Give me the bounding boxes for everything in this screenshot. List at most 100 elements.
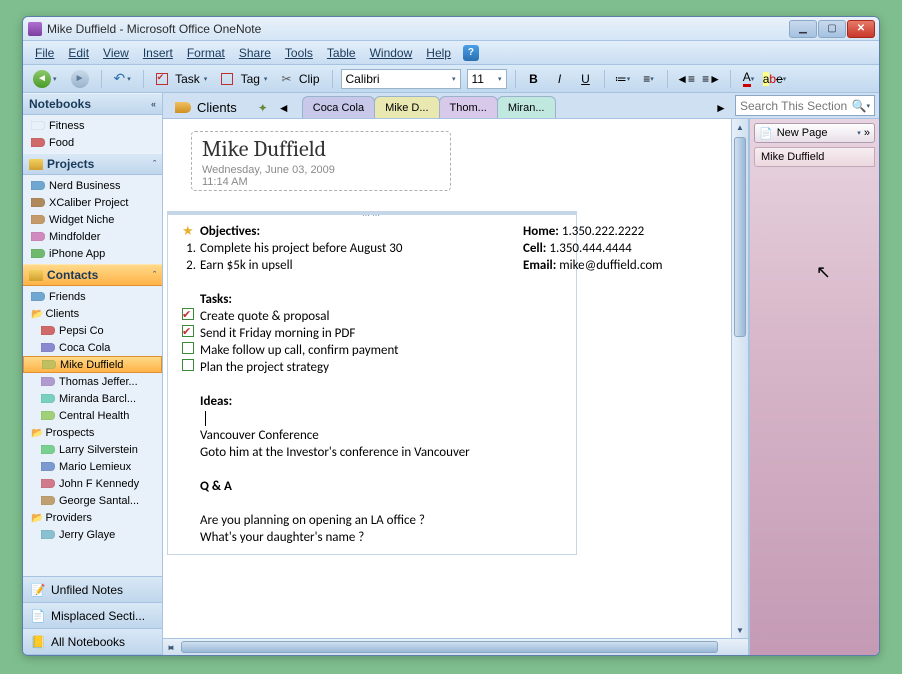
outdent-button[interactable]: ◄≡ — [676, 69, 696, 89]
menu-view[interactable]: View — [97, 44, 135, 62]
section-john-kennedy[interactable]: John F Kennedy — [23, 475, 162, 492]
misplaced-icon: 📄 — [29, 608, 47, 624]
task-button[interactable]: Task ▾ — [152, 68, 212, 90]
search-input[interactable]: Search This Section 🔍▾ — [735, 95, 875, 116]
titlebar[interactable]: Mike Duffield - Microsoft Office OneNote — [23, 17, 879, 41]
section-mindfolder[interactable]: Mindfolder — [23, 228, 162, 245]
menu-file[interactable]: File — [29, 44, 60, 62]
page-canvas[interactable]: Mike Duffield Wednesday, June 03, 2009 1… — [163, 119, 731, 638]
undo-button[interactable]: ▾ — [110, 68, 135, 90]
checkbox-icon[interactable] — [182, 308, 194, 320]
notebooks-icon: 📒 — [29, 634, 47, 650]
tab-thomas[interactable]: Thom... — [439, 96, 498, 118]
clip-button[interactable]: Clip — [277, 68, 323, 90]
scroll-thumb[interactable] — [734, 137, 746, 337]
section-thomas-jefferson[interactable]: Thomas Jeffer... — [23, 373, 162, 390]
section-group-label[interactable]: Clients — [167, 96, 245, 118]
maximize-button[interactable] — [818, 20, 846, 38]
page-title[interactable]: Mike Duffield — [202, 136, 440, 162]
menu-tools[interactable]: Tools — [279, 44, 319, 62]
section-nerd-business[interactable]: Nerd Business — [23, 177, 162, 194]
section-fitness[interactable]: Fitness — [23, 117, 162, 134]
projects-header[interactable]: Projectsˆ — [23, 153, 162, 175]
help-icon[interactable]: ? — [463, 45, 479, 61]
menu-help[interactable]: Help — [420, 44, 457, 62]
menubar: File Edit View Insert Format Share Tools… — [23, 41, 879, 65]
menu-edit[interactable]: Edit — [62, 44, 95, 62]
section-xcaliber[interactable]: XCaliber Project — [23, 194, 162, 211]
section-george[interactable]: George Santal... — [23, 492, 162, 509]
toolbar: ◄▾ ► ▾ Task ▾ Tag ▾ Clip Calibri▾ 11▾ B … — [23, 65, 879, 93]
horizontal-scrollbar[interactable]: ◄ ► — [163, 638, 748, 655]
folder-open-icon — [31, 512, 45, 524]
misplaced-sections-button[interactable]: 📄Misplaced Secti... — [23, 603, 162, 629]
group-clients[interactable]: Clients — [23, 305, 162, 322]
section-central-health[interactable]: Central Health — [23, 407, 162, 424]
underline-button[interactable]: U — [576, 69, 596, 89]
note-drag-handle[interactable] — [168, 211, 576, 215]
page-tab-mike-duffield[interactable]: Mike Duffield — [754, 147, 875, 167]
note-container[interactable]: Objectives: 1.Complete his project befor… — [167, 211, 577, 555]
page-time: 11:14 AM — [202, 176, 440, 188]
section-widget-niche[interactable]: Widget Niche — [23, 211, 162, 228]
back-button[interactable]: ◄▾ — [29, 68, 61, 90]
font-size-select[interactable]: 11▾ — [467, 69, 507, 89]
expand-icon[interactable]: » — [864, 127, 870, 139]
tab-miranda[interactable]: Miran... — [497, 96, 556, 118]
contacts-header[interactable]: Contactsˆ — [23, 264, 162, 286]
font-select[interactable]: Calibri▾ — [341, 69, 461, 89]
section-pepsi[interactable]: Pepsi Co — [23, 322, 162, 339]
section-nav-prev[interactable]: ◄ — [274, 98, 294, 118]
search-icon[interactable]: 🔍 — [852, 99, 867, 113]
highlight-button[interactable]: abe▾ — [765, 69, 785, 89]
section-coca-cola[interactable]: Coca Cola — [23, 339, 162, 356]
vertical-scrollbar[interactable]: ▲ ▼ — [731, 119, 748, 638]
menu-share[interactable]: Share — [233, 44, 277, 62]
section-food[interactable]: Food — [23, 134, 162, 151]
page-title-container[interactable]: Mike Duffield Wednesday, June 03, 2009 1… — [191, 131, 451, 191]
menu-table[interactable]: Table — [321, 44, 362, 62]
menu-insert[interactable]: Insert — [137, 44, 179, 62]
scroll-up-button[interactable]: ▲ — [732, 119, 748, 135]
contact-info[interactable]: Home: 1.350.222.2222 Cell: 1.350.444.444… — [523, 223, 663, 274]
scroll-down-button[interactable]: ▼ — [732, 622, 748, 638]
checkbox-icon[interactable] — [182, 359, 194, 371]
scroll-thumb[interactable] — [181, 641, 718, 653]
font-color-button[interactable]: A▾ — [739, 69, 759, 89]
onenote-window: Mike Duffield - Microsoft Office OneNote… — [22, 16, 880, 656]
close-button[interactable] — [847, 20, 875, 38]
page-list-panel: 📄New Page▾ » Mike Duffield — [749, 119, 879, 655]
unfiled-icon: 📝 — [29, 582, 47, 598]
new-section-button[interactable]: ✦ — [253, 98, 273, 118]
section-iphone-app[interactable]: iPhone App — [23, 245, 162, 262]
menu-window[interactable]: Window — [364, 44, 419, 62]
tab-coca-cola[interactable]: Coca Cola — [302, 96, 375, 118]
section-mario[interactable]: Mario Lemieux — [23, 458, 162, 475]
section-mike-duffield[interactable]: Mike Duffield — [23, 356, 162, 373]
unfiled-notes-button[interactable]: 📝Unfiled Notes — [23, 577, 162, 603]
notebooks-header[interactable]: Notebooks« — [23, 93, 162, 115]
minimize-button[interactable] — [789, 20, 817, 38]
checkbox-icon[interactable] — [182, 325, 194, 337]
bullets-button[interactable]: ≔▾ — [613, 69, 633, 89]
group-providers[interactable]: Providers — [23, 509, 162, 526]
indent-button[interactable]: ≡► — [702, 69, 722, 89]
numbering-button[interactable]: ≡▾ — [639, 69, 659, 89]
onenote-app-icon — [27, 21, 43, 37]
group-prospects[interactable]: Prospects — [23, 424, 162, 441]
scroll-right-button[interactable]: ► — [163, 639, 179, 655]
section-nav-next[interactable]: ► — [711, 98, 731, 118]
section-larry[interactable]: Larry Silverstein — [23, 441, 162, 458]
section-miranda-barclay[interactable]: Miranda Barcl... — [23, 390, 162, 407]
bold-button[interactable]: B — [524, 69, 544, 89]
checkbox-icon[interactable] — [182, 342, 194, 354]
new-page-button[interactable]: 📄New Page▾ » — [754, 123, 875, 143]
forward-button[interactable]: ► — [67, 68, 93, 90]
section-friends[interactable]: Friends — [23, 288, 162, 305]
italic-button[interactable]: I — [550, 69, 570, 89]
tab-mike-duffield[interactable]: Mike D... — [374, 96, 439, 118]
section-jerry[interactable]: Jerry Glaye — [23, 526, 162, 543]
all-notebooks-button[interactable]: 📒All Notebooks — [23, 629, 162, 655]
tag-button[interactable]: Tag ▾ — [217, 68, 271, 90]
menu-format[interactable]: Format — [181, 44, 231, 62]
